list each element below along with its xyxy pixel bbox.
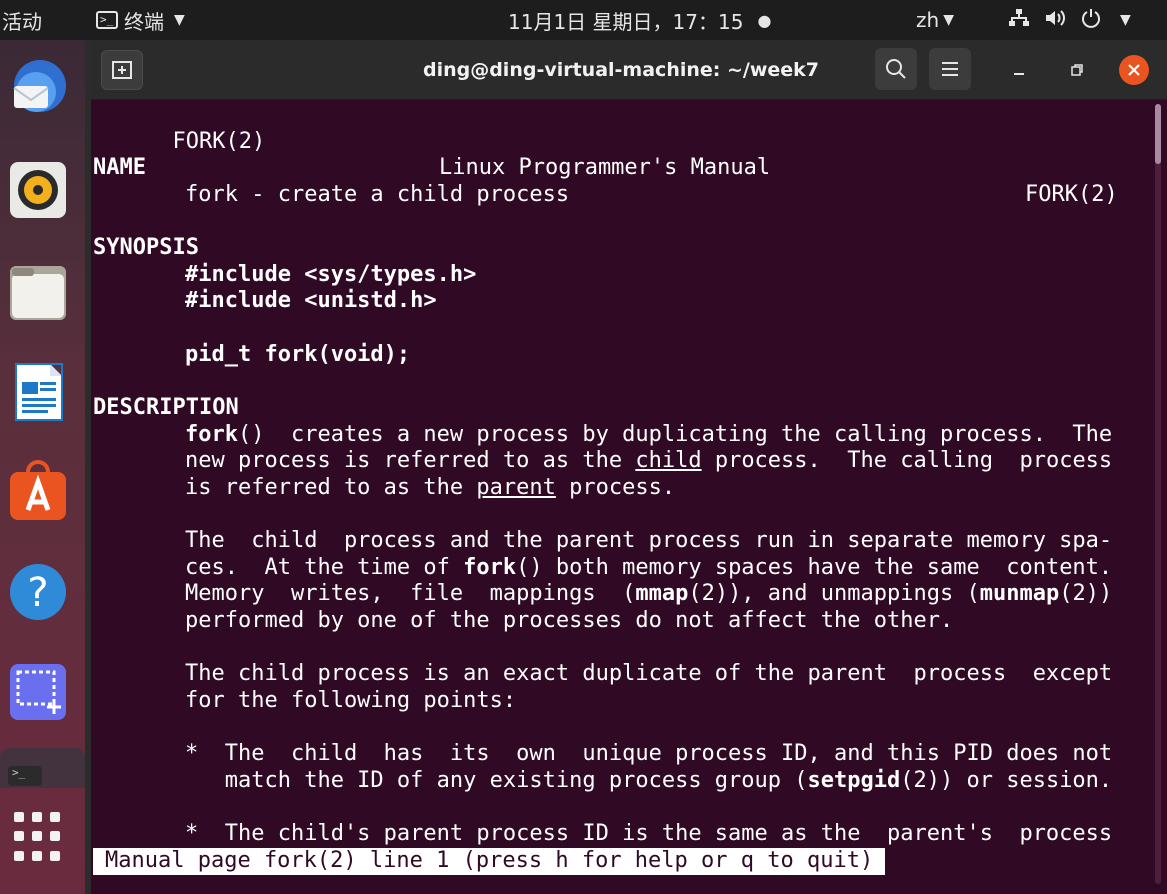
terminal-window: ding@ding-virtual-machine: ~/week7 FORK(…	[91, 40, 1167, 894]
parent-underlined: parent	[476, 475, 556, 500]
header-right: FORK(2)	[1025, 181, 1118, 207]
search-icon	[886, 59, 906, 79]
title-bar[interactable]: ding@ding-virtual-machine: ~/week7	[91, 40, 1167, 100]
power-icon	[1080, 7, 1102, 34]
svg-text:?: ?	[27, 570, 48, 616]
clock[interactable]: 11月1日 星期日，17：15 ●	[508, 0, 771, 40]
text-span: is referred to as the	[185, 475, 477, 500]
help-icon[interactable]: ?	[4, 558, 72, 626]
text-span: ces. At the time of	[185, 555, 464, 580]
libreoffice-writer-icon[interactable]	[4, 358, 72, 426]
search-button[interactable]	[875, 48, 917, 90]
fork-bold: fork	[463, 555, 517, 580]
show-applications-icon[interactable]	[14, 812, 64, 862]
minimize-icon	[1014, 73, 1024, 75]
terminal-icon: >_	[8, 766, 42, 786]
description-line: The child process and the parent process…	[185, 528, 1113, 553]
restore-icon	[1071, 64, 1083, 76]
description-line: for the following points:	[185, 688, 517, 713]
header-center: Linux Programmer's Manual	[439, 155, 771, 181]
text-span: process. The calling process	[701, 448, 1113, 473]
description-line: performed by one of the processes do not…	[185, 608, 954, 633]
section-heading-description: DESCRIPTION	[93, 395, 239, 420]
text-span: Memory writes, file mappings (	[185, 581, 636, 606]
chevron-down-icon: ▼	[943, 12, 954, 28]
dock: ? >_	[0, 40, 85, 894]
text-span: match the ID of any existing process gro…	[185, 768, 808, 793]
name-text: fork - create a child process	[185, 182, 570, 207]
text-span: () creates a new process by duplicating …	[237, 422, 1113, 447]
terminal-icon: >_	[96, 11, 118, 29]
clock-label: 11月1日 星期日，17：15	[508, 9, 744, 34]
child-underlined: child	[635, 448, 702, 473]
text-span: (2)), and unmappings (	[688, 581, 980, 606]
description-line: new process is referred to as the child …	[185, 448, 1112, 475]
chevron-down-icon: ▼	[1120, 12, 1131, 28]
hamburger-menu-button[interactable]	[929, 48, 971, 90]
include-line: #include <unistd.h>	[185, 288, 437, 313]
description-line: ces. At the time of fork() both memory s…	[185, 555, 1112, 582]
ubuntu-software-icon[interactable]	[4, 458, 72, 526]
include-line: #include <sys/types.h>	[185, 262, 477, 287]
scrollbar-thumb[interactable]	[1155, 104, 1161, 164]
restore-button[interactable]	[1063, 56, 1091, 84]
text-span: (2))	[1059, 581, 1113, 606]
input-method-label: zh	[916, 8, 940, 32]
close-icon	[1128, 64, 1140, 76]
close-button[interactable]	[1119, 55, 1149, 85]
network-icon	[1008, 8, 1030, 33]
app-menu[interactable]: >_ 终端 ▼	[96, 0, 185, 40]
activities-label: 活动	[2, 9, 42, 34]
manpage-header: FORK(2) Linux Programmer's Manual FORK(2…	[93, 102, 1117, 207]
bullet-line: * The child's parent process ID is the s…	[185, 821, 1113, 846]
input-method-menu[interactable]: zh ▼	[916, 0, 954, 40]
screenshot-icon[interactable]	[4, 658, 72, 726]
app-menu-label: 终端	[124, 9, 164, 34]
bullet-line: match the ID of any existing process gro…	[185, 768, 1112, 795]
new-tab-button[interactable]	[101, 50, 143, 90]
new-tab-icon	[112, 61, 132, 79]
pager-status-line: Manual page fork(2) line 1 (press h for …	[93, 848, 886, 875]
chevron-down-icon: ▼	[174, 12, 185, 28]
activities-button[interactable]: 活动	[2, 0, 42, 40]
menu-icon	[942, 62, 958, 76]
window-title: ding@ding-virtual-machine: ~/week7	[422, 59, 820, 81]
setpgid-bold: setpgid	[807, 768, 901, 793]
system-menu[interactable]: ▼	[1008, 0, 1131, 40]
text-span: () both memory spaces have the same cont…	[516, 555, 1113, 580]
terminal-dock-item[interactable]: >_	[0, 748, 85, 788]
minimize-button[interactable]	[1005, 56, 1033, 84]
scrollbar[interactable]	[1155, 104, 1161, 884]
section-heading-name: NAME	[93, 155, 146, 180]
description-line: fork() creates a new process by duplicat…	[185, 422, 1112, 449]
header-left: FORK(2)	[172, 128, 266, 154]
function-prototype: pid_t fork(void);	[185, 342, 411, 367]
text-span: (2)) or session.	[900, 768, 1113, 793]
section-heading-synopsis: SYNOPSIS	[93, 235, 199, 260]
top-bar: 活动 >_ 终端 ▼ 11月1日 星期日，17：15 ● zh ▼ ▼	[0, 0, 1167, 40]
volume-icon	[1044, 8, 1066, 33]
files-icon[interactable]	[4, 258, 72, 326]
thunderbird-icon[interactable]	[4, 54, 72, 122]
fork-bold: fork	[185, 422, 238, 447]
text-span: new process is referred to as the	[185, 448, 636, 473]
bullet-line: * The child has its own unique process I…	[185, 741, 1113, 766]
notification-dot-icon: ●	[757, 10, 772, 30]
munmap-bold: munmap	[979, 581, 1060, 606]
rhythmbox-icon[interactable]	[4, 156, 72, 224]
description-line: Memory writes, file mappings (mmap(2)), …	[185, 581, 1112, 608]
terminal-content[interactable]: FORK(2) Linux Programmer's Manual FORK(2…	[91, 100, 1167, 894]
description-line: is referred to as the parent process.	[185, 475, 675, 502]
mmap-bold: mmap	[635, 581, 689, 606]
text-span: process.	[555, 475, 676, 500]
description-line: The child process is an exact duplicate …	[185, 661, 1113, 686]
